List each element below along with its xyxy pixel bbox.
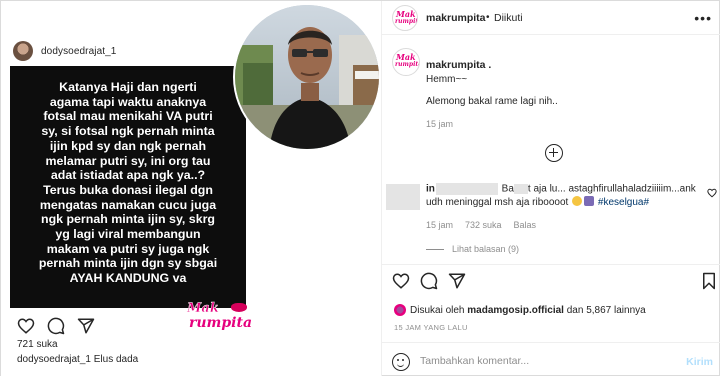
person-photo — [233, 3, 381, 151]
embedded-actions — [17, 317, 95, 335]
emoji-picker-icon[interactable] — [392, 353, 410, 371]
quote-line: fotsal mau menikahi VA putri — [43, 109, 213, 124]
comment-part-a: Ba — [501, 183, 514, 195]
caption-time: 15 jam — [426, 119, 454, 129]
divider — [382, 342, 720, 343]
liked-by-user[interactable]: madamgosip.official — [467, 305, 564, 316]
quote-card: Katanya Haji dan ngerti agama tapi waktu … — [10, 66, 246, 308]
caption-author-username[interactable]: makrumpita . — [426, 59, 491, 71]
comment-text-line-1: in Ba t aja lu... astaghfirullahaladziiii… — [426, 183, 706, 196]
caption-text: Elus dada — [93, 354, 139, 365]
instagram-post-screenshot: dodysoedrajat_1 Katanya Haji dan ngerti a… — [0, 0, 720, 376]
quote-line: adat istiadat apa ngk ya..? — [50, 168, 206, 183]
quote-line: ngk pernah minta ijin sy, skrg — [41, 212, 215, 227]
embedded-post-image: dodysoedrajat_1 Katanya Haji dan ngerti a… — [1, 1, 381, 376]
quote-line: melamar putri sy, ini org tau — [45, 153, 211, 168]
bookmark-icon[interactable] — [700, 272, 718, 290]
embedded-caption: dodysoedrajat_1 Elus dada — [17, 354, 138, 365]
comment-likes[interactable]: 732 suka — [465, 220, 502, 230]
quote-text: Katanya Haji dan ngerti agama tapi waktu … — [10, 80, 246, 286]
heart-icon — [17, 318, 35, 334]
liked-by-prefix: Disukai oleh — [410, 305, 465, 316]
like-heart-icon[interactable] — [392, 272, 410, 290]
separator-dot: • — [486, 12, 490, 23]
liked-by-text: Disukai oleh madamgosip.official dan 5,8… — [410, 305, 646, 316]
replies-divider — [426, 248, 444, 250]
view-replies-label[interactable]: Lihat balasan (9) — [452, 244, 519, 254]
comment-input[interactable] — [420, 353, 670, 369]
commenter-avatar-blurred[interactable] — [386, 184, 420, 210]
quote-line: Katanya Haji dan ngerti — [59, 80, 197, 94]
watermark-rumpita: rumpita — [189, 315, 253, 331]
quote-line: Terus buka donasi ilegal dgn — [43, 182, 213, 197]
post-timestamp: 15 JAM YANG LALU — [394, 323, 468, 332]
post-comment-button[interactable]: Kirim — [686, 356, 713, 368]
comment-hashtag[interactable]: #keselgua# — [598, 197, 649, 208]
comment-part-c: udh meninggal msh aja riboooot — [426, 197, 569, 208]
quote-line: mengatas namakan cucu juga — [39, 197, 217, 212]
quote-line: yg lagi viral membangun — [55, 227, 201, 242]
lips-icon — [231, 303, 247, 312]
makrumpita-watermark: Mak rumpita — [187, 301, 253, 333]
share-icon — [77, 318, 95, 334]
quote-line: agama tapi waktu anaknya — [49, 94, 207, 109]
author-username[interactable]: makrumpita — [426, 12, 486, 24]
quote-line: sy, si fotsal ngk pernah minta — [41, 124, 215, 139]
more-options-icon[interactable]: ••• — [694, 10, 712, 26]
comment-icon — [47, 317, 65, 335]
embedded-post-header: dodysoedrajat_1 — [13, 41, 116, 61]
redacted-username — [435, 183, 498, 195]
reply-button[interactable]: Balas — [514, 220, 537, 230]
caption-line-2: Alemong bakal rame lagi nih.. — [426, 96, 558, 107]
comment-bubble-icon[interactable] — [420, 272, 438, 290]
embedded-username: dodysoedrajat_1 — [41, 45, 117, 57]
divider — [382, 264, 720, 265]
post-side-panel: Makrumpita makrumpita • Diikuti ••• Makr… — [381, 1, 720, 376]
load-more-comments-icon[interactable] — [545, 144, 563, 162]
quote-line: pernah minta ijin dgn sy sbgai — [38, 256, 218, 271]
watermark-mak: Mak — [187, 301, 219, 316]
view-replies-button[interactable]: Lihat balasan (9) — [426, 244, 519, 254]
caption-username: dodysoedrajat_1 — [17, 354, 91, 365]
praying-emoji-icon — [584, 196, 595, 206]
caption-line-1: Hemm~~ — [426, 74, 468, 85]
embedded-avatar — [13, 41, 33, 61]
liked-by-suffix[interactable]: dan 5,867 lainnya — [567, 305, 646, 316]
comment-time: 15 jam — [426, 220, 454, 230]
quote-line: ijin kpd sy dan ngk pernah — [49, 138, 207, 153]
comment-like-heart-icon[interactable] — [707, 188, 717, 198]
caption-author-avatar[interactable]: Mak rumpita — [392, 48, 420, 76]
following-button[interactable]: Diikuti — [494, 12, 523, 24]
comment-text-line-2: udh meninggal msh aja riboooot #keselgua… — [426, 196, 716, 209]
post-header: Makrumpita makrumpita • Diikuti ••• — [382, 1, 720, 35]
author-avatar[interactable]: Makrumpita — [392, 5, 418, 31]
quote-line: makam va putri sy juga ngk — [46, 241, 210, 256]
quote-line: AYAH KANDUNG va — [69, 271, 187, 286]
crying-emoji-icon — [572, 196, 583, 206]
embedded-likes: 721 suka — [17, 339, 58, 350]
send-plane-icon[interactable] — [448, 272, 466, 290]
redacted-word — [513, 184, 528, 194]
comment-meta: 15 jam 732 suka Balas — [426, 220, 536, 230]
liker-avatar[interactable] — [394, 304, 406, 316]
commenter-username[interactable]: in — [426, 184, 435, 195]
comment-part-b: t aja lu... astaghfirullahaladziiiiim...… — [527, 183, 696, 195]
